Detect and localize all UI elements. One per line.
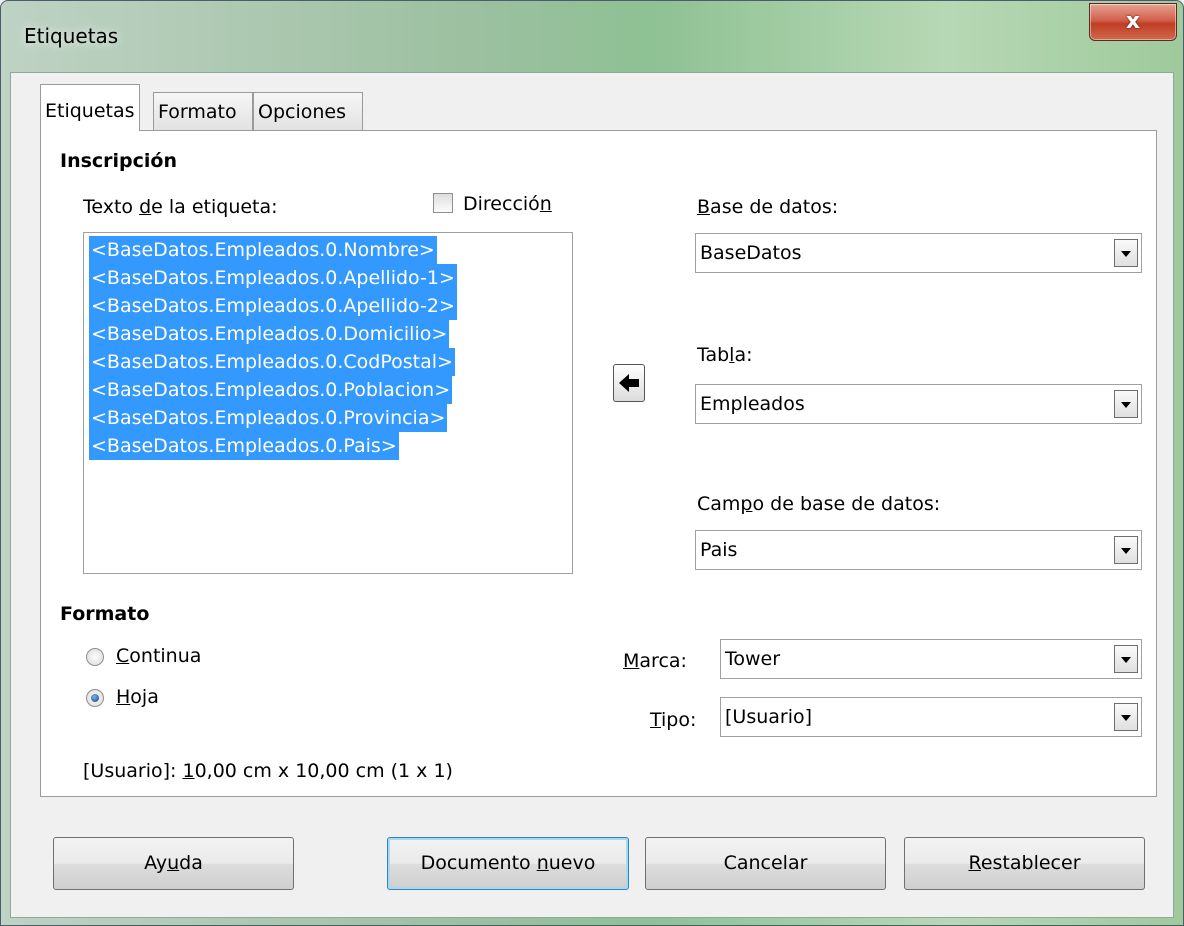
cancel-button[interactable]: Cancelar (645, 837, 886, 890)
marca-select[interactable]: Tower (720, 639, 1142, 679)
reset-button[interactable]: Restablecer (904, 837, 1145, 890)
chevron-down-icon (1121, 548, 1131, 554)
arrow-left-icon (619, 374, 639, 392)
tipo-label: Tipo: (650, 709, 696, 731)
tipo-label-post: ipo: (661, 709, 697, 731)
table-label-pre: Tab (697, 344, 730, 366)
reset-button-mnemonic: R (968, 852, 981, 874)
database-label-mnemonic: B (697, 196, 711, 218)
table-dropdown-button[interactable] (1114, 390, 1138, 418)
continua-label-post: ontinua (129, 645, 202, 667)
help-button[interactable]: Ayuda (53, 837, 294, 890)
marca-label: Marca: (623, 650, 687, 672)
new-document-button-mnemonic: n (536, 852, 549, 874)
close-icon: x (1125, 9, 1141, 34)
label-line-text: <BaseDatos.Empleados.0.Poblacion> (89, 376, 453, 404)
help-button-post: da (179, 852, 203, 874)
database-label: Base de datos: (697, 196, 838, 218)
window-title: Etiquetas (24, 24, 119, 48)
field-select-value: Pais (700, 539, 738, 561)
new-document-button-post: uevo (548, 852, 596, 874)
label-line: <BaseDatos.Empleados.0.Pais> (89, 432, 567, 460)
cancel-button-pre: Cancelar (723, 852, 808, 874)
table-select[interactable]: Empleados (695, 384, 1142, 424)
help-button-pre: Ay (144, 852, 168, 874)
label-text-label: Texto de la etiqueta: (83, 196, 278, 218)
label-line-text: <BaseDatos.Empleados.0.Nombre> (89, 236, 437, 264)
label-line: <BaseDatos.Empleados.0.Apellido-1> (89, 264, 567, 292)
tipo-label-mnemonic: T (650, 709, 662, 731)
label-line-text: <BaseDatos.Empleados.0.Apellido-2> (89, 292, 457, 320)
label-line: <BaseDatos.Empleados.0.Apellido-2> (89, 292, 567, 320)
marca-label-post: arca: (639, 650, 687, 672)
hoja-radio[interactable] (86, 689, 104, 707)
label-line: <BaseDatos.Empleados.0.CodPostal> (89, 348, 567, 376)
field-label: Campo de base de datos: (697, 493, 940, 515)
field-select[interactable]: Pais (695, 530, 1142, 570)
label-line-text: <BaseDatos.Empleados.0.Pais> (89, 432, 399, 460)
new-document-button-pre: Documento (420, 852, 537, 874)
format-summary-post: 0,00 cm x 10,00 cm (1 x 1) (194, 760, 453, 782)
field-label-post: o de base de datos: (752, 493, 941, 515)
direccion-label[interactable]: Dirección (463, 193, 552, 215)
label-line-text: <BaseDatos.Empleados.0.Provincia> (89, 404, 448, 432)
new-document-button[interactable]: Documento nuevo (387, 837, 629, 890)
field-label-pre: Cam (697, 493, 741, 515)
hoja-label-mnemonic: H (116, 686, 131, 708)
tipo-dropdown-button[interactable] (1114, 703, 1138, 731)
chevron-down-icon (1121, 657, 1131, 663)
table-select-value: Empleados (700, 393, 805, 415)
direccion-label-pre: Direcció (463, 193, 540, 215)
label-text-label-mnemonic: d (139, 196, 152, 218)
database-label-post: ase de datos: (710, 196, 839, 218)
format-summary-pre: [Usuario]: (83, 760, 183, 782)
label-line: <BaseDatos.Empleados.0.Domicilio> (89, 320, 567, 348)
table-label-post: a: (734, 344, 753, 366)
radio-selected-dot (91, 694, 99, 702)
direccion-checkbox[interactable] (433, 193, 453, 213)
table-label: Tabla: (697, 344, 753, 366)
reset-button-post: establecer (980, 852, 1081, 874)
marca-select-value: Tower (725, 648, 781, 670)
continua-label[interactable]: Continua (116, 645, 201, 667)
help-button-mnemonic: u (167, 852, 180, 874)
field-label-mnemonic: p (740, 493, 753, 515)
field-dropdown-button[interactable] (1114, 536, 1138, 564)
marca-label-mnemonic: M (623, 650, 640, 672)
database-select-value: BaseDatos (700, 242, 802, 264)
label-line: <BaseDatos.Empleados.0.Provincia> (89, 404, 567, 432)
chevron-down-icon (1121, 715, 1131, 721)
database-dropdown-button[interactable] (1114, 239, 1138, 267)
marca-dropdown-button[interactable] (1114, 645, 1138, 673)
format-summary-mnemonic: 1 (182, 760, 195, 782)
label-text-area[interactable]: <BaseDatos.Empleados.0.Nombre> <BaseDato… (83, 232, 573, 574)
label-text-label-pre: Texto (83, 196, 140, 218)
tipo-select[interactable]: [Usuario] (720, 697, 1142, 737)
chevron-down-icon (1121, 251, 1131, 257)
label-line: <BaseDatos.Empleados.0.Poblacion> (89, 376, 567, 404)
title-bar[interactable]: Etiquetas x (0, 0, 1182, 72)
chevron-down-icon (1121, 402, 1131, 408)
label-line-text: <BaseDatos.Empleados.0.CodPostal> (89, 348, 455, 376)
label-line-text: <BaseDatos.Empleados.0.Apellido-1> (89, 264, 457, 292)
direccion-label-mnemonic: n (539, 193, 552, 215)
tab-opciones[interactable]: Opciones (253, 92, 363, 130)
label-line-text: <BaseDatos.Empleados.0.Domicilio> (89, 320, 450, 348)
label-text-label-post: e la etiqueta: (151, 196, 278, 218)
continua-radio[interactable] (86, 648, 104, 666)
tab-formato[interactable]: Formato (153, 92, 253, 130)
label-line: <BaseDatos.Empleados.0.Nombre> (89, 236, 567, 264)
insert-field-button[interactable] (613, 364, 645, 402)
hoja-label-post: oja (130, 686, 159, 708)
section-heading-formato: Formato (60, 603, 150, 625)
close-button[interactable]: x (1089, 3, 1177, 41)
format-summary: [Usuario]: 10,00 cm x 10,00 cm (1 x 1) (83, 760, 453, 782)
section-heading-inscripcion: Inscripción (60, 150, 178, 172)
continua-label-mnemonic: C (116, 645, 130, 667)
tipo-select-value: [Usuario] (725, 706, 813, 728)
tab-etiquetas[interactable]: Etiquetas (40, 84, 140, 131)
hoja-label[interactable]: Hoja (116, 686, 159, 708)
database-select[interactable]: BaseDatos (695, 233, 1142, 273)
